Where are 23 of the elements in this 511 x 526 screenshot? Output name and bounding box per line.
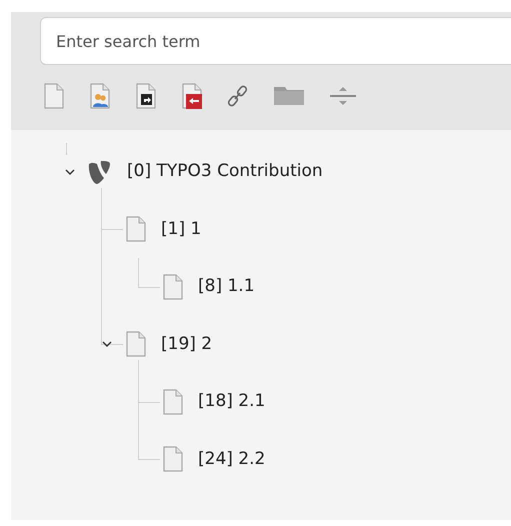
page-icon <box>163 388 183 415</box>
tree-node-label[interactable]: [19] 2 <box>161 332 212 357</box>
tree-node-label[interactable]: [8] 1.1 <box>198 274 255 300</box>
page-icon <box>163 274 183 300</box>
tree-node-label[interactable]: [18] 2.1 <box>198 389 266 414</box>
link-button[interactable] <box>228 85 248 107</box>
link-icon <box>228 85 248 107</box>
page-users-icon <box>90 83 110 109</box>
page-return-icon <box>182 83 202 109</box>
divider-icon <box>330 85 356 107</box>
page-icon <box>126 331 146 358</box>
spacer-button[interactable] <box>330 85 356 107</box>
page-icon <box>44 83 64 109</box>
page-icon <box>126 216 146 242</box>
tree-node-label[interactable]: [24] 2.2 <box>198 446 266 472</box>
folder-icon <box>274 87 304 105</box>
tree-node-label[interactable]: [1] 1 <box>161 216 202 242</box>
page-icon <box>163 446 183 472</box>
page-shortcut-icon <box>136 83 156 109</box>
new-page-button[interactable] <box>136 83 156 109</box>
logo-icon <box>86 158 112 185</box>
tree-node-label[interactable]: [0] TYPO3 Contribution <box>127 159 323 184</box>
search-field[interactable]: Enter search term <box>40 17 511 65</box>
